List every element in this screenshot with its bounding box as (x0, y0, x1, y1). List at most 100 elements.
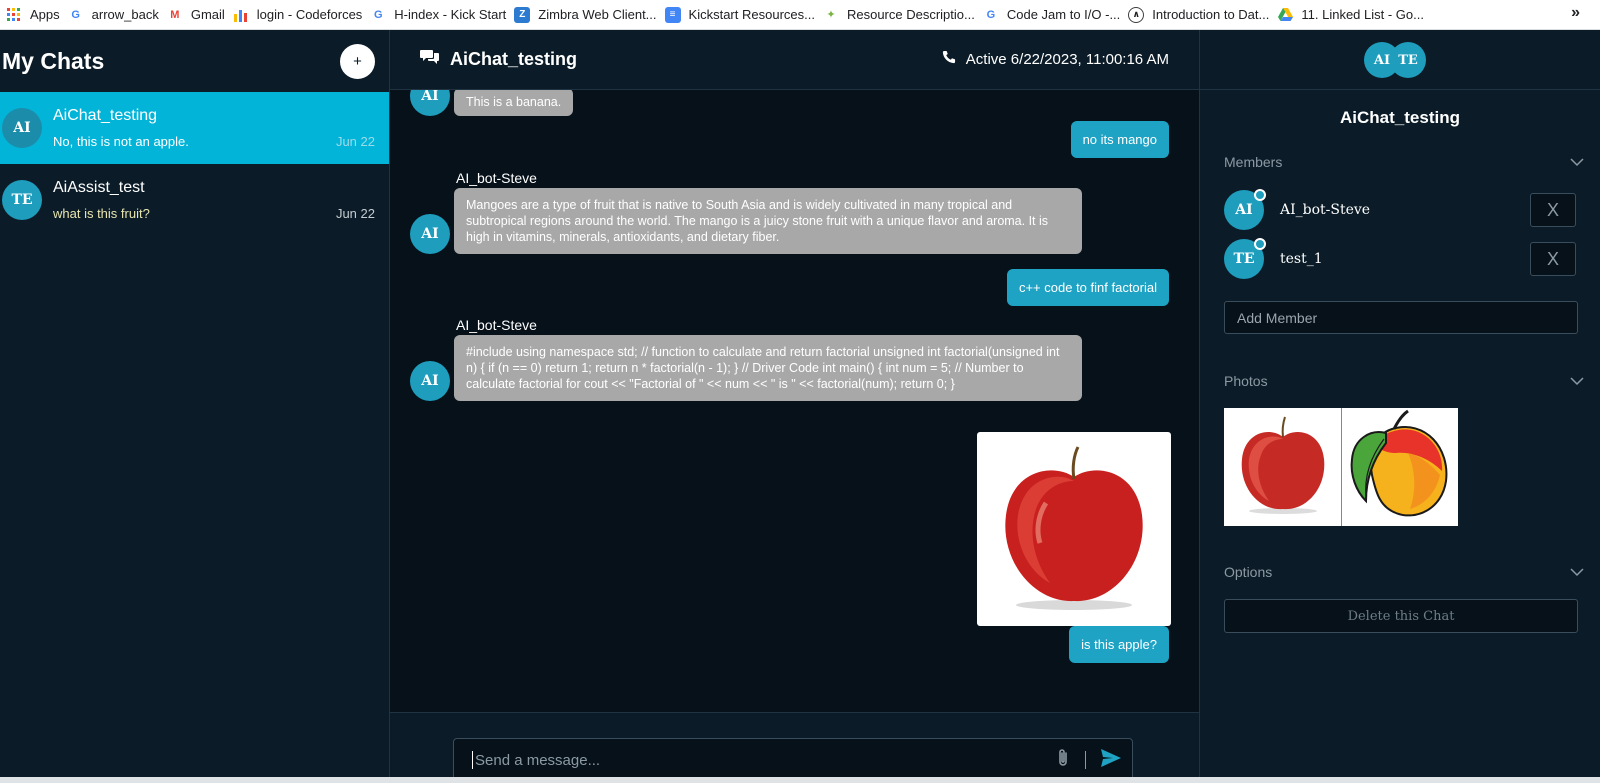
photo-thumbnail[interactable] (1341, 408, 1458, 526)
bookmark-label: Resource Descriptio... (846, 7, 975, 22)
bookmark-label: Code Jam to I/O -... (1006, 7, 1121, 22)
avatar-initials: TE (1233, 251, 1255, 267)
outgoing-bubble: no its mango (1070, 121, 1169, 158)
send-icon[interactable] (1100, 748, 1122, 773)
page-title: My Chats (2, 47, 105, 74)
drive-icon (1277, 7, 1293, 23)
add-member-input[interactable] (1224, 301, 1578, 334)
bookmark-codeforces[interactable]: login - Codeforces (233, 3, 371, 27)
message-list[interactable]: AI This is a banana. no its mango AI_bot… (390, 90, 1199, 712)
incoming-message: AI #include using namespace std; // func… (410, 335, 1082, 401)
active-status: Active 6/22/2023, 11:00:16 AM (965, 51, 1169, 68)
member-row: AI AI_bot-Steve X (1224, 189, 1576, 230)
bookmark-label: Introduction to Dat... (1152, 7, 1270, 22)
chat-app: My Chats + AI AiChat_testing No, this is… (0, 30, 1600, 782)
incoming-bubble: Mangoes are a type of fruit that is nati… (454, 188, 1082, 254)
member-name: AI_bot-Steve (1280, 202, 1371, 218)
google-icon: G (374, 8, 383, 21)
image-message[interactable] (977, 432, 1171, 626)
apple-photo (1235, 415, 1331, 520)
avatar: TE (1224, 238, 1266, 279)
bookmark-label: Zimbra Web Client... (538, 7, 657, 22)
section-label: Photos (1224, 373, 1268, 389)
avatar: AI (1224, 189, 1266, 230)
online-indicator (1254, 238, 1266, 250)
member-name: test_1 (1280, 251, 1323, 267)
incoming-bubble: This is a banana. (454, 90, 574, 116)
avatar: TE (1390, 42, 1426, 78)
bookmark-resource-description[interactable]: ✦ Resource Descriptio... (823, 3, 983, 27)
chat-last-message: No, this is not an apple. (53, 134, 189, 149)
paperclip-icon[interactable] (1055, 748, 1071, 773)
photos-section-header[interactable]: Photos (1224, 373, 1584, 389)
phone-icon[interactable] (941, 50, 966, 69)
photo-thumbnail[interactable] (1224, 408, 1341, 526)
avatar: AI (410, 214, 450, 254)
chat-last-message: what is this fruit? (53, 206, 150, 221)
chat-name: AiAssist_test (53, 179, 145, 196)
message-input[interactable] (475, 751, 1055, 769)
docs-icon: ≡ (664, 6, 681, 23)
outgoing-bubble: is this apple? (1069, 626, 1169, 663)
chevron-down-icon (1570, 154, 1584, 170)
remove-member-button[interactable]: X (1530, 193, 1576, 227)
chat-list-item-aichat-testing[interactable]: AI AiChat_testing No, this is not an app… (0, 92, 389, 164)
avatar: TE (2, 180, 42, 220)
bookmark-label: login - Codeforces (256, 7, 363, 22)
google-icon: G (71, 8, 80, 21)
chat-date: Jun 22 (335, 134, 375, 149)
zimbra-icon: Z (514, 6, 531, 23)
chevron-down-icon (1570, 564, 1584, 580)
section-label: Options (1224, 564, 1273, 580)
member-row: TE test_1 X (1224, 238, 1576, 279)
text-caret (472, 751, 473, 769)
bookmark-label: Gmail (190, 7, 225, 22)
bookmark-code-jam[interactable]: G Code Jam to I/O -... (983, 3, 1128, 27)
chevron-down-icon (1570, 373, 1584, 389)
members-section-header[interactable]: Members (1224, 154, 1584, 170)
options-section-header[interactable]: Options (1224, 564, 1584, 580)
bookmark-label: arrow_back (91, 7, 159, 22)
bookmark-gmail[interactable]: M Gmail (167, 3, 233, 27)
more-bookmarks-icon[interactable]: » (1571, 4, 1580, 22)
new-chat-button[interactable]: + (340, 43, 375, 79)
incoming-message: AI Mangoes are a type of fruit that is n… (410, 188, 1082, 254)
conversation-header: AiChat_testing Active 6/22/2023, 11:00:1… (390, 30, 1199, 90)
google-icon: G (986, 8, 996, 21)
bookmark-kickstart-resources[interactable]: ≡ Kickstart Resources... (664, 3, 823, 27)
message-sender: AI_bot-Steve (456, 170, 537, 186)
chat-date: Jun 22 (335, 206, 375, 221)
runner-icon: ✦ (826, 9, 836, 21)
incoming-bubble: #include using namespace std; // functio… (454, 335, 1082, 401)
details-header: AI TE (1200, 30, 1600, 90)
avatar-initials: AI (1235, 202, 1253, 218)
bookmark-label: 11. Linked List - Go... (1301, 7, 1424, 22)
chat-list-item-aiassist-test[interactable]: TE AiAssist_test what is this fruit? Jun… (0, 164, 389, 236)
bookmarks-bar: Apps G arrow_back M Gmail login - Codefo… (0, 0, 1600, 30)
bookmark-linked-list[interactable]: 11. Linked List - Go... (1277, 3, 1432, 27)
section-label: Members (1224, 154, 1283, 170)
delete-chat-button[interactable]: Delete this Chat (1224, 599, 1578, 633)
remove-member-button[interactable]: X (1530, 242, 1576, 276)
bookmark-zimbra[interactable]: Z Zimbra Web Client... (514, 3, 664, 27)
avatar: AI (2, 108, 42, 148)
bookmark-introduction[interactable]: ∧ Introduction to Dat... (1128, 3, 1277, 27)
apple-photo (994, 443, 1154, 616)
bookmark-label: Apps (30, 7, 60, 22)
online-indicator (1254, 189, 1266, 201)
chat-list-header: My Chats + (0, 30, 389, 92)
chat-name: AiChat_testing (53, 107, 158, 124)
photo-gallery (1224, 408, 1458, 526)
gmail-icon: M (170, 8, 180, 21)
bookmark-h-index[interactable]: G H-index - Kick Start (370, 3, 514, 27)
chat-list-panel: My Chats + AI AiChat_testing No, this is… (0, 30, 390, 777)
avatar: AI (410, 90, 450, 116)
avatar: AI (410, 361, 450, 401)
codeforces-icon (233, 7, 249, 23)
chat-bubbles-icon (420, 48, 450, 71)
bookmark-apps[interactable]: Apps (6, 3, 68, 27)
message-sender: AI_bot-Steve (456, 317, 537, 333)
bookmark-arrow-back[interactable]: G arrow_back (68, 3, 167, 27)
conversation-title: AiChat_testing (450, 49, 578, 69)
bookmark-label: H-index - Kick Start (394, 7, 507, 22)
